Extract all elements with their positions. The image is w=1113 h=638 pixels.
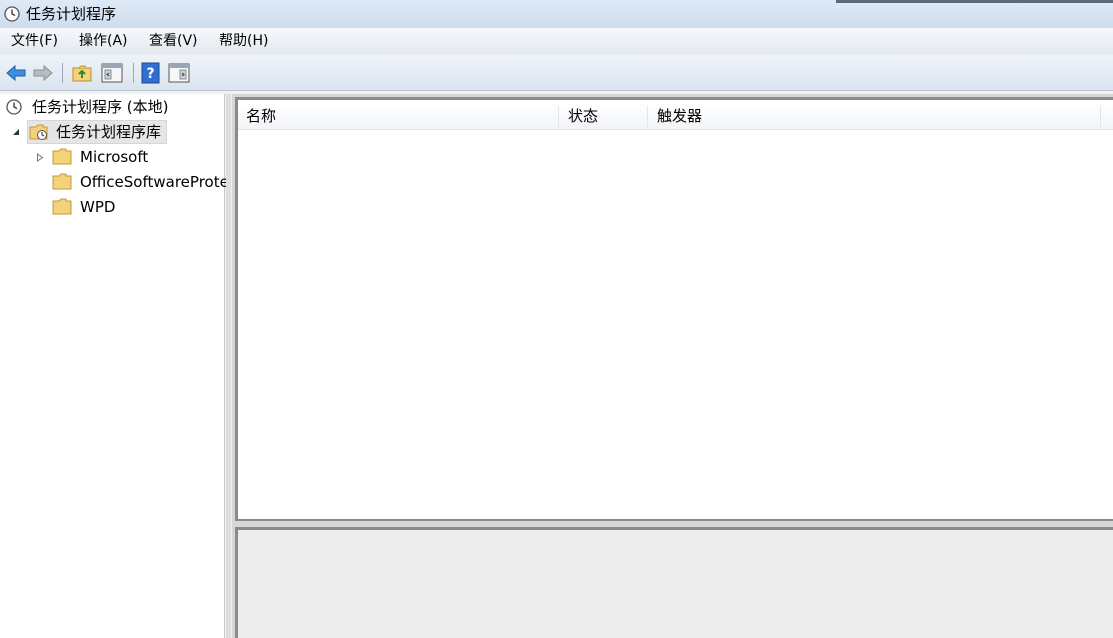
pane-splitter[interactable] [226, 94, 231, 638]
title-bar-edge [836, 0, 1113, 3]
task-list[interactable]: 名称 状态 触发器 [235, 97, 1113, 521]
column-header-status[interactable]: 状态 [568, 106, 598, 126]
tree-item-label: WPD [80, 198, 116, 216]
back-arrow-icon[interactable] [4, 61, 28, 85]
show-hide-action-pane-icon[interactable] [167, 61, 191, 85]
menu-action[interactable]: 操作(A) [79, 32, 128, 50]
menu-bar: 文件(F) 操作(A) 查看(V) 帮助(H) [0, 28, 1113, 54]
folder-icon [52, 148, 72, 165]
menu-help[interactable]: 帮助(H) [219, 32, 268, 50]
help-icon[interactable]: ? [139, 61, 163, 85]
tree-item-label: OfficeSoftwareProte [80, 173, 229, 191]
collapse-triangle-icon[interactable] [12, 128, 20, 136]
column-divider[interactable] [647, 106, 648, 128]
clock-icon [6, 99, 22, 115]
task-detail-pane [235, 527, 1113, 638]
window-title: 任务计划程序 [26, 5, 117, 23]
toolbar-separator [62, 63, 63, 83]
up-folder-icon[interactable] [70, 61, 94, 85]
list-header: 名称 状态 触发器 [238, 103, 1113, 130]
tree-item-label: Microsoft [80, 148, 149, 166]
column-divider[interactable] [558, 106, 559, 128]
svg-text:?: ? [146, 66, 154, 82]
tree-item-label: 任务计划程序库 [56, 123, 162, 141]
tree-item-label: 任务计划程序 (本地) [32, 98, 169, 116]
column-header-name[interactable]: 名称 [246, 106, 276, 126]
console-tree[interactable]: 任务计划程序 (本地) 任务计划程序库 Microsoft OfficeSoft… [0, 94, 229, 638]
task-library-folder-icon [29, 124, 48, 140]
folder-icon [52, 173, 72, 190]
show-hide-console-tree-icon[interactable] [100, 61, 124, 85]
forward-arrow-icon[interactable] [31, 61, 55, 85]
column-divider[interactable] [1100, 106, 1101, 128]
toolbar-separator [133, 63, 134, 83]
toolbar: ? [0, 56, 1113, 91]
clock-icon [4, 6, 20, 22]
folder-icon [52, 198, 72, 215]
menu-view[interactable]: 查看(V) [149, 32, 198, 50]
menu-file[interactable]: 文件(F) [11, 32, 58, 50]
expand-triangle-icon[interactable] [36, 153, 44, 162]
column-header-triggers[interactable]: 触发器 [657, 106, 702, 126]
title-bar: 任务计划程序 [0, 0, 1113, 29]
